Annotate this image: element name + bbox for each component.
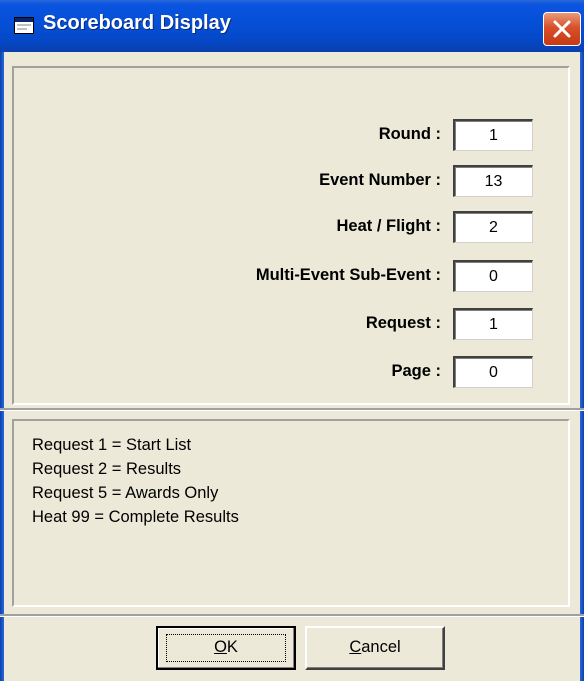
legend-line: Request 1 = Start List (32, 436, 192, 454)
legend-line: Request 2 = Results (32, 460, 182, 478)
cancel-button[interactable]: Cancel (305, 626, 445, 670)
multi-event-sub-event-input[interactable]: 0 (453, 260, 533, 292)
request-input[interactable]: 1 (453, 308, 533, 340)
request-row: Request : 1 (14, 308, 568, 340)
multi-event-sub-event-label: Multi-Event Sub-Event : (255, 266, 441, 284)
request-label: Request : (365, 314, 441, 332)
legend-line: Heat 99 = Complete Results (32, 508, 239, 526)
divider (0, 614, 584, 617)
window-frame-right (580, 52, 584, 681)
cancel-button-label: Cancel (349, 638, 401, 656)
divider (0, 408, 584, 411)
heat-flight-input[interactable]: 2 (453, 211, 533, 243)
multi-event-sub-event-row: Multi-Event Sub-Event : 0 (14, 260, 568, 292)
page-input[interactable]: 0 (453, 356, 533, 388)
close-button[interactable] (543, 12, 581, 46)
ok-button[interactable]: OK (156, 626, 296, 670)
heat-flight-row: Heat / Flight : 2 (14, 211, 568, 243)
ok-button-label: OK (214, 638, 238, 656)
window-frame-left (0, 52, 4, 681)
app-window-icon (14, 17, 34, 34)
close-icon (553, 20, 571, 38)
round-row: Round : 1 (14, 119, 568, 151)
event-number-row: Event Number : 13 (14, 165, 568, 197)
round-label: Round : (378, 125, 441, 143)
parameters-panel: Round : 1 Event Number : 13 Heat / Fligh… (12, 66, 570, 405)
legend-line: Request 5 = Awards Only (32, 484, 219, 502)
page-row: Page : 0 (14, 356, 568, 388)
page-label: Page : (391, 362, 441, 380)
round-input[interactable]: 1 (453, 119, 533, 151)
title-bar[interactable]: Scoreboard Display (0, 0, 584, 52)
window-title: Scoreboard Display (43, 12, 231, 34)
scoreboard-display-dialog: Scoreboard Display Round : 1 Event Numbe… (0, 0, 584, 681)
event-number-input[interactable]: 13 (453, 165, 533, 197)
heat-flight-label: Heat / Flight : (336, 217, 442, 235)
event-number-label: Event Number : (319, 171, 441, 189)
request-legend-panel: Request 1 = Start List Request 2 = Resul… (12, 419, 570, 607)
